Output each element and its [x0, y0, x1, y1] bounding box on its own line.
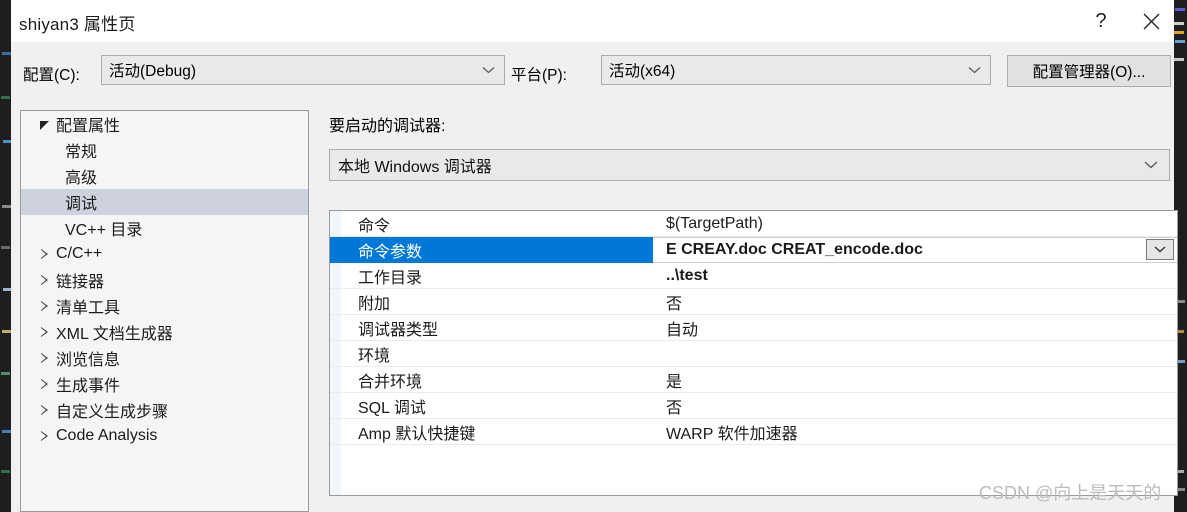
tree-item-label: 清单工具	[56, 300, 121, 317]
chevron-collapsed-icon[interactable]	[39, 274, 52, 287]
tree-item-label: 配置属性	[56, 118, 121, 135]
close-button[interactable]	[1128, 0, 1174, 42]
tree-item-10[interactable]: 生成事件	[21, 371, 308, 397]
value-dropdown-button[interactable]	[1146, 239, 1174, 260]
platform-label: 平台(P):	[511, 67, 567, 84]
platform-value: 活动(x64)	[609, 63, 676, 80]
configuration-manager-button[interactable]: 配置管理器(O)...	[1007, 55, 1171, 87]
chevron-collapsed-icon[interactable]	[39, 430, 52, 443]
property-name: SQL 调试	[358, 399, 426, 417]
chevron-collapsed-icon[interactable]	[39, 352, 52, 365]
property-name: Amp 默认快捷键	[358, 425, 476, 443]
tree-item-0[interactable]: 配置属性	[21, 111, 308, 137]
property-row[interactable]: 合并环境 是	[330, 367, 1177, 393]
tree-item-5[interactable]: C/C++	[21, 241, 308, 267]
property-value[interactable]: 否	[666, 290, 682, 314]
tree-item-7[interactable]: 清单工具	[21, 293, 308, 319]
property-row[interactable]: 工作目录 ..\test	[330, 263, 1177, 289]
chevron-collapsed-icon[interactable]	[39, 378, 52, 391]
configuration-properties-tree[interactable]: 配置属性常规高级调试 VC++ 目录 C/C++ 链接器清单工具 XML 文档生成器 浏览…	[20, 110, 309, 512]
chevron-collapsed-icon[interactable]	[39, 326, 52, 339]
chevron-down-icon	[968, 67, 981, 74]
property-value[interactable]: 否	[666, 394, 682, 418]
chevron-collapsed-icon[interactable]	[39, 248, 52, 261]
property-value[interactable]: E CREAY.doc CREAT_encode.doc	[666, 241, 923, 259]
tree-item-12[interactable]: Code Analysis	[21, 423, 308, 449]
chevron-down-icon	[482, 67, 495, 74]
tree-item-label: Code Analysis	[56, 427, 158, 444]
property-row[interactable]: 调试器类型 自动	[330, 315, 1177, 341]
property-name: 命令	[358, 217, 391, 235]
tree-item-label: 高级	[65, 170, 98, 187]
watermark-text: CSDN @向上是天天的	[979, 483, 1162, 503]
dialog-title: shiyan3 属性页	[19, 15, 136, 34]
debugger-to-launch-label: 要启动的调试器:	[329, 118, 446, 135]
property-name: 附加	[358, 295, 391, 313]
property-name: 命令参数	[358, 243, 423, 261]
tree-item-2[interactable]: 高级	[21, 163, 308, 189]
tree-item-1[interactable]: 常规	[21, 137, 308, 163]
help-button[interactable]: ?	[1074, 0, 1128, 42]
chevron-collapsed-icon[interactable]	[39, 404, 52, 417]
dialog-titlebar: shiyan3 属性页 ?	[11, 0, 1174, 42]
property-name: 调试器类型	[358, 321, 439, 339]
debugger-to-launch-value: 本地 Windows 调试器	[338, 159, 492, 176]
property-name: 环境	[358, 347, 391, 365]
property-name: 工作目录	[358, 269, 423, 287]
tree-item-label: 调试	[65, 196, 98, 213]
property-value[interactable]: WARP 软件加速器	[666, 420, 798, 444]
tree-item-6[interactable]: 链接器	[21, 267, 308, 293]
chevron-expanded-icon[interactable]	[39, 118, 52, 131]
titlebar-button-group: ?	[1074, 0, 1174, 42]
close-x-icon	[1143, 13, 1159, 29]
property-row[interactable]: Amp 默认快捷键 WARP 软件加速器	[330, 419, 1177, 445]
chevron-down-icon	[1154, 246, 1166, 253]
tree-item-3[interactable]: 调试	[21, 189, 308, 215]
properties-dialog: shiyan3 属性页 ? 配置(C): 活动(Debug) 平台(P): 活动…	[11, 0, 1178, 512]
tree-item-label: 常规	[65, 144, 98, 161]
property-row[interactable]: 环境	[330, 341, 1177, 367]
property-value[interactable]: ..\test	[666, 267, 708, 285]
property-row[interactable]: 附加 否	[330, 289, 1177, 315]
tree-item-label: VC++ 目录	[65, 222, 143, 239]
platform-dropdown[interactable]: 活动(x64)	[601, 55, 991, 85]
tree-item-label: 自定义生成步骤	[56, 404, 169, 421]
property-value[interactable]: $(TargetPath)	[666, 215, 763, 233]
property-value[interactable]: 自动	[666, 316, 698, 340]
chevron-down-icon	[1144, 161, 1158, 169]
debug-settings-panel: 要启动的调试器: 本地 Windows 调试器 命令 $(TargetPath) 命…	[321, 108, 1178, 512]
configuration-label: 配置(C):	[23, 67, 80, 84]
configuration-value: 活动(Debug)	[109, 63, 196, 80]
chevron-collapsed-icon[interactable]	[39, 300, 52, 313]
configuration-dropdown[interactable]: 活动(Debug)	[101, 55, 505, 85]
tree-item-label: C/C++	[56, 245, 103, 262]
question-mark-icon: ?	[1095, 9, 1107, 32]
tree-item-label: 浏览信息	[56, 352, 121, 369]
property-grid: 命令 $(TargetPath) 命令参数 E CREAY.doc CREAT_enc…	[329, 210, 1178, 496]
configuration-bar: 配置(C): 活动(Debug) 平台(P): 活动(x64) 配置管理器(O)…	[11, 42, 1174, 104]
tree-item-label: 生成事件	[56, 378, 121, 395]
property-row[interactable]: SQL 调试 否	[330, 393, 1177, 419]
tree-item-label: XML 文档生成器	[56, 326, 173, 343]
tree-item-9[interactable]: 浏览信息	[21, 345, 308, 371]
property-row[interactable]: 命令 $(TargetPath)	[330, 211, 1177, 237]
property-row[interactable]: 命令参数 E CREAY.doc CREAT_encode.doc	[330, 237, 1177, 263]
property-value[interactable]: 是	[666, 368, 682, 392]
tree-item-11[interactable]: 自定义生成步骤	[21, 397, 308, 423]
debugger-to-launch-dropdown[interactable]: 本地 Windows 调试器	[329, 149, 1170, 181]
tree-item-8[interactable]: XML 文档生成器	[21, 319, 308, 345]
tree-item-label: 链接器	[56, 274, 105, 291]
property-name: 合并环境	[358, 373, 423, 391]
tree-item-4[interactable]: VC++ 目录	[21, 215, 308, 241]
row-selection-marker	[330, 237, 341, 263]
